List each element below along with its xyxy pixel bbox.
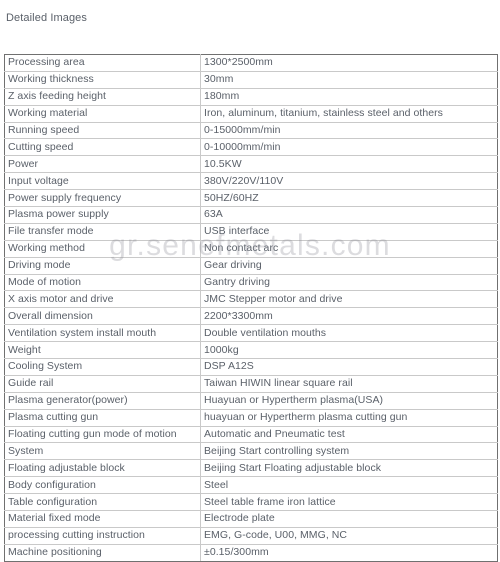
table-row: Weight 1000kg	[4, 341, 498, 360]
spec-label-cell: Input voltage	[4, 172, 201, 191]
table-row: Floating cutting gun mode of motion Autom…	[4, 425, 498, 444]
spec-label-cell: Plasma power supply	[4, 206, 201, 224]
spec-label-cell: Plasma generator(power)	[4, 391, 201, 410]
table-row: Z axis feeding height 180mm	[4, 87, 498, 106]
table-row: Processing area 1300*2500mm	[4, 54, 498, 72]
spec-value-cell: USB interface	[200, 222, 498, 241]
spec-value-cell: ±0.15/300mm	[200, 543, 498, 562]
table-row: Working thickness 30mm	[4, 70, 498, 89]
spec-value-cell: 50HZ/60HZ	[200, 189, 498, 208]
spec-label-cell: Ventilation system install mouth	[4, 324, 201, 343]
table-row: Floating adjustable block Beijing Start F…	[4, 459, 498, 478]
table-row: Table configuration Steel table frame iro…	[4, 493, 498, 512]
table-row: Working method Non contact arc	[4, 239, 498, 258]
table-row: Plasma generator(power) Huayuan or Hypert…	[4, 391, 498, 410]
table-row: Cooling System DSP A12S	[4, 358, 498, 376]
spec-value-cell: Steel table frame iron lattice	[200, 493, 498, 512]
spec-value-cell: 1000kg	[200, 341, 498, 360]
table-row: X axis motor and drive JMC Stepper motor …	[4, 290, 498, 309]
spec-value-cell: Beijing Start controlling system	[200, 442, 498, 461]
spec-value-cell: Taiwan HIWIN linear square rail	[200, 374, 498, 393]
product-detail-page: Detailed Images Processing area 1300*2500…	[0, 0, 500, 562]
spec-value-cell: 380V/220V/110V	[200, 172, 498, 191]
spec-value-cell: DSP A12S	[200, 358, 498, 376]
spec-value-cell: 2200*3300mm	[200, 307, 498, 326]
table-row: Guide rail Taiwan HIWIN linear square rai…	[4, 374, 498, 393]
table-row: Cutting speed 0-10000mm/min	[4, 138, 498, 157]
spec-value-cell: 180mm	[200, 87, 498, 106]
spec-value-cell: Electrode plate	[200, 510, 498, 528]
spec-label-cell: Material fixed mode	[4, 510, 201, 528]
page-title: Detailed Images	[6, 12, 87, 24]
specifications-table: Processing area 1300*2500mm Working thickn…	[4, 54, 498, 562]
table-row: Ventilation system install mouth Double v…	[4, 324, 498, 343]
spec-label-cell: Cooling System	[4, 358, 201, 376]
spec-value-cell: 10.5KW	[200, 155, 498, 174]
spec-label-cell: Power supply frequency	[4, 189, 201, 208]
spec-value-cell: 0-10000mm/min	[200, 138, 498, 157]
spec-label-cell: Overall dimension	[4, 307, 201, 326]
spec-label-cell: Cutting speed	[4, 138, 201, 157]
table-row: Running speed 0-15000mm/min	[4, 121, 498, 140]
table-row: Body configuration Steel	[4, 476, 498, 495]
table-row: Input voltage 380V/220V/110V	[4, 172, 498, 191]
spec-label-cell: Working thickness	[4, 70, 201, 89]
table-row: Mode of motion Gantry driving	[4, 273, 498, 292]
spec-label-cell: File transfer mode	[4, 222, 201, 241]
table-row: Working material Iron, aluminum, titanium…	[4, 104, 498, 123]
spec-label-cell: processing cutting instruction	[4, 526, 201, 545]
specifications-table-container: Processing area 1300*2500mm Working thickn…	[4, 54, 498, 562]
spec-value-cell: huayuan or Hypertherm plasma cutting gun	[200, 408, 498, 427]
spec-value-cell: Beijing Start Floating adjustable block	[200, 459, 498, 478]
spec-value-cell: Steel	[200, 476, 498, 495]
spec-value-cell: Gantry driving	[200, 273, 498, 292]
spec-value-cell: Huayuan or Hypertherm plasma(USA)	[200, 391, 498, 410]
spec-value-cell: EMG, G-code, U00, MMG, NC	[200, 526, 498, 545]
spec-label-cell: Body configuration	[4, 476, 201, 495]
spec-label-cell: Working material	[4, 104, 201, 123]
spec-label-cell: Machine positioning	[4, 543, 201, 562]
spec-label-cell: Working method	[4, 239, 201, 258]
table-row: Driving mode Gear driving	[4, 256, 498, 275]
spec-label-cell: Guide rail	[4, 374, 201, 393]
spec-value-cell: Automatic and Pneumatic test	[200, 425, 498, 444]
specifications-table-body: Processing area 1300*2500mm Working thickn…	[4, 54, 498, 562]
table-row: Machine positioning ±0.15/300mm	[4, 543, 498, 562]
spec-label-cell: Floating adjustable block	[4, 459, 201, 478]
spec-value-cell: Gear driving	[200, 256, 498, 275]
spec-value-cell: 0-15000mm/min	[200, 121, 498, 140]
spec-value-cell: 1300*2500mm	[200, 54, 498, 72]
spec-label-cell: Processing area	[4, 54, 201, 72]
spec-label-cell: Driving mode	[4, 256, 201, 275]
spec-value-cell: 30mm	[200, 70, 498, 89]
spec-value-cell: JMC Stepper motor and drive	[200, 290, 498, 309]
spec-label-cell: Power	[4, 155, 201, 174]
table-row: Power 10.5KW	[4, 155, 498, 174]
spec-label-cell: Z axis feeding height	[4, 87, 201, 106]
table-row: File transfer mode USB interface	[4, 222, 498, 241]
table-row: Plasma power supply 63A	[4, 206, 498, 224]
spec-value-cell: 63A	[200, 206, 498, 224]
table-row: Power supply frequency 50HZ/60HZ	[4, 189, 498, 208]
table-row: Plasma cutting gun huayuan or Hypertherm …	[4, 408, 498, 427]
spec-label-cell: Weight	[4, 341, 201, 360]
spec-label-cell: X axis motor and drive	[4, 290, 201, 309]
spec-label-cell: Plasma cutting gun	[4, 408, 201, 427]
table-row: Material fixed mode Electrode plate	[4, 510, 498, 528]
table-row: processing cutting instruction EMG, G-cod…	[4, 526, 498, 545]
spec-value-cell: Non contact arc	[200, 239, 498, 258]
spec-value-cell: Double ventilation mouths	[200, 324, 498, 343]
spec-label-cell: Running speed	[4, 121, 201, 140]
table-row: Overall dimension 2200*3300mm	[4, 307, 498, 326]
spec-label-cell: Table configuration	[4, 493, 201, 512]
spec-label-cell: Mode of motion	[4, 273, 201, 292]
table-row: System Beijing Start controlling system	[4, 442, 498, 461]
spec-value-cell: Iron, aluminum, titanium, stainless stee…	[200, 104, 498, 123]
spec-label-cell: Floating cutting gun mode of motion	[4, 425, 201, 444]
spec-label-cell: System	[4, 442, 201, 461]
